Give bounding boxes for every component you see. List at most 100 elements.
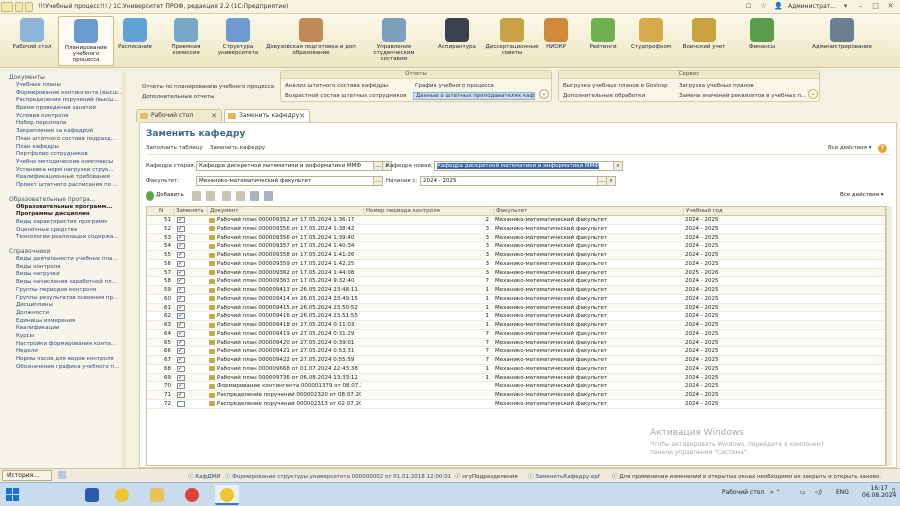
move-up-icon[interactable] — [222, 191, 231, 201]
sidebar-item[interactable]: Виды деятельности учебных пла... — [0, 256, 124, 264]
ribbon-item-structure[interactable]: Структура университета — [212, 16, 264, 66]
sidebar-item[interactable]: Закрепление за кафедрой — [0, 128, 124, 136]
col-document[interactable]: Документ — [207, 207, 363, 216]
ribbon-item-planning[interactable]: Планирование учебного процесса — [58, 16, 114, 66]
sidebar-item[interactable]: Курсы — [0, 333, 124, 341]
windows-start-icon[interactable] — [6, 488, 20, 502]
sidebar-item[interactable]: Учебные планы — [0, 82, 124, 90]
sidebar-scrollbar[interactable] — [121, 72, 126, 468]
sidebar-item[interactable]: Условия контроля — [0, 113, 124, 121]
close-icon[interactable]: ✕ — [885, 2, 896, 12]
sidebar-item[interactable]: Оценочные средства — [0, 227, 124, 235]
user-name[interactable]: Администрат... — [788, 3, 836, 10]
add-button[interactable]: Добавить — [156, 192, 184, 198]
status-link-structure[interactable]: ⓘ Формирование структуры университета 00… — [225, 472, 451, 480]
volume-icon[interactable]: ◁) — [815, 489, 822, 496]
old-dept-field[interactable]: Кафедра дискретной математики и информат… — [196, 161, 374, 171]
sidebar-item[interactable]: Квалификационные требования — [0, 174, 124, 182]
sidebar-section-title[interactable]: Образовательные програ... — [0, 194, 124, 204]
sidebar-item[interactable]: Единицы измерения — [0, 318, 124, 326]
ribbon-item-prep[interactable]: Довузовская подготовка и доп образование — [264, 16, 358, 66]
move-down-icon[interactable] — [236, 191, 245, 201]
status-link-dept[interactable]: ⓘ КафДМИ — [188, 472, 220, 480]
replace-checkbox[interactable] — [177, 295, 185, 302]
sidebar-item[interactable]: Виды контроля — [0, 264, 124, 272]
table-row[interactable]: 51 Рабочий план 000009352 от 17.05.2024 1… — [147, 216, 885, 225]
table-row[interactable]: 53 Рабочий план 000009356 от 17.05.2024 1… — [147, 233, 885, 243]
sidebar-item[interactable]: Проект штатного расписания по ... — [0, 182, 124, 190]
link-dept-staff-analysis[interactable]: Анализ штатного состава кафедры — [285, 83, 388, 89]
toolbar-square-icon[interactable] — [15, 1, 23, 12]
select-dots-icon[interactable]: … — [373, 176, 383, 186]
fill-table-button[interactable]: Заполнить таблицу — [146, 145, 203, 151]
help-icon[interactable]: ? — [878, 144, 887, 153]
ribbon-item-union[interactable]: Студпрофком — [626, 16, 676, 66]
faculty-field[interactable]: Механико-математический факультет — [196, 176, 374, 186]
bell-icon[interactable]: ☖ — [743, 2, 754, 12]
replace-checkbox[interactable] — [177, 330, 185, 337]
table-row[interactable]: 60 Рабочий план 000009414 от 26.05.2024 2… — [147, 295, 885, 304]
sidebar-item[interactable]: Учебно методические комплексы — [0, 159, 124, 167]
sidebar-item[interactable]: Дисциплины — [0, 302, 124, 310]
sidebar-item[interactable]: Виды характеристик программ — [0, 219, 124, 227]
replace-checkbox[interactable] — [177, 392, 185, 398]
col-replace[interactable]: Заменять — [173, 207, 207, 216]
table-row[interactable]: 54 Рабочий план 000009357 от 17.05.2024 1… — [147, 242, 885, 251]
table-row[interactable]: 59 Рабочий план 000009413 от 26.05.2024 2… — [147, 286, 885, 295]
replace-checkbox[interactable] — [177, 313, 185, 320]
delete-icon[interactable] — [206, 191, 215, 201]
replace-checkbox[interactable] — [177, 234, 185, 241]
app-1c-icon[interactable] — [1, 1, 13, 12]
col-period[interactable]: Номер периода контроля — [363, 207, 493, 216]
notifications-icon[interactable]: ▯ — [892, 487, 895, 494]
all-actions-menu[interactable]: Все действия ▾ — [828, 145, 872, 151]
chevron-down-icon[interactable]: ⌄ — [808, 89, 818, 99]
replace-checkbox[interactable] — [177, 287, 185, 293]
language-indicator[interactable]: ENG — [836, 489, 849, 496]
replace-dept-button[interactable]: Заменить кафедру — [210, 145, 265, 151]
table-row[interactable]: 62 Рабочий план 000009416 от 26.05.2024 2… — [147, 312, 885, 321]
sidebar-item[interactable]: Технологии реализации содержа... — [0, 234, 124, 242]
sidebar-item[interactable]: Нормы часов для видов контроля — [0, 356, 124, 364]
status-link-departments[interactable]: ⓘ нгуПодразделения — [455, 472, 518, 480]
add-icon[interactable] — [146, 191, 154, 201]
copy-icon[interactable] — [192, 191, 201, 201]
user-icon[interactable]: 👤 — [773, 2, 784, 12]
sidebar-item[interactable]: Квалификации — [0, 325, 124, 333]
table-row[interactable]: 58 Рабочий план 000009363 от 17.05.2024 9… — [147, 277, 885, 286]
link-replace-values[interactable]: Замена значений реквизитов в учебных п..… — [679, 93, 806, 99]
link-extra-processing[interactable]: Дополнительные обработки — [563, 93, 645, 99]
sidebar-section-title[interactable]: Документы — [0, 72, 124, 82]
link-planning-reports[interactable]: Отчеты по планированию учебного процесса — [142, 84, 274, 90]
search-icon[interactable]: ⌕ — [606, 176, 616, 186]
sidebar-item[interactable]: Формирование контингента (высш... — [0, 90, 124, 98]
sidebar-item[interactable]: Программы дисциплин — [0, 211, 124, 219]
col-n[interactable]: N — [147, 207, 173, 216]
settings-menu-icon[interactable]: ▾ — [840, 2, 851, 12]
ribbon-item-admin-gear[interactable]: Администрирование — [800, 16, 884, 66]
ribbon-item-graduate-cap[interactable]: Аспирантура — [432, 16, 482, 66]
table-row[interactable]: 71 Распределение поручений 000002320 от 0… — [147, 391, 885, 400]
1c-active-taskbar-icon[interactable] — [215, 485, 239, 505]
sidebar-item[interactable]: Группы периодов контроля — [0, 287, 124, 295]
link-schedule-graph[interactable]: График учебного процесса — [415, 83, 494, 89]
replace-checkbox[interactable] — [177, 365, 185, 372]
replace-checkbox[interactable] — [177, 252, 185, 258]
replace-checkbox[interactable] — [177, 322, 185, 328]
filter-icon[interactable] — [264, 191, 273, 201]
powershell-taskbar-icon[interactable] — [80, 485, 104, 505]
replace-checkbox[interactable] — [177, 269, 185, 276]
replace-checkbox[interactable] — [177, 348, 185, 355]
replace-checkbox[interactable] — [177, 400, 185, 407]
replace-checkbox[interactable] — [177, 339, 185, 346]
ribbon-item-military[interactable]: Воинский учет — [678, 16, 730, 66]
replace-checkbox[interactable] — [177, 304, 185, 311]
network-icon[interactable]: ▭ — [800, 489, 806, 496]
new-dept-field[interactable]: Кафедра дискретной математики и информат… — [434, 161, 614, 171]
sidebar-item[interactable]: Группы результатов освоения пр... — [0, 295, 124, 303]
replace-checkbox[interactable] — [177, 225, 185, 232]
sidebar-item[interactable]: Распределение поручений (высш... — [0, 97, 124, 105]
link-export-plans[interactable]: Выгрузка учебных планов в Gosinsp — [563, 83, 668, 89]
tray-arrows-icon[interactable]: » ⌃ — [770, 489, 781, 496]
ribbon-item-admission[interactable]: Приемная комиссия — [162, 16, 210, 66]
